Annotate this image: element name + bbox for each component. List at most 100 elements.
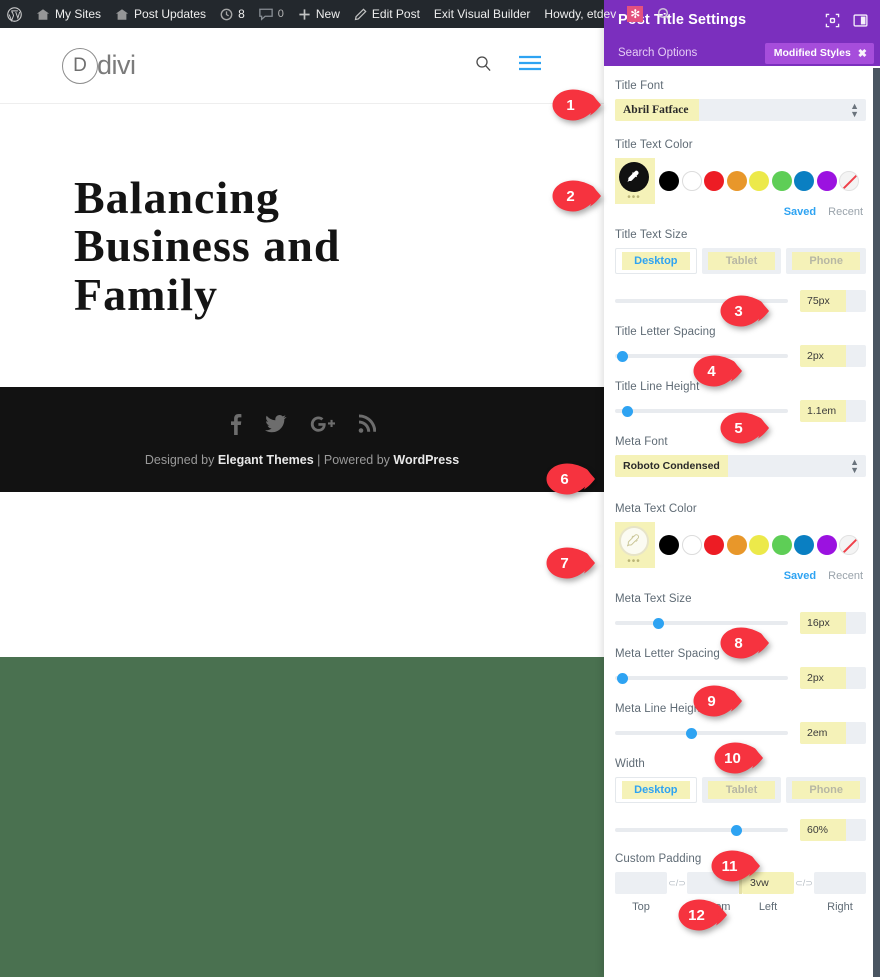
device-tab-phone[interactable]: Phone: [786, 248, 867, 274]
tab-recent-colors[interactable]: Recent: [828, 206, 863, 218]
swatch-red[interactable]: [704, 535, 724, 555]
annotation-marker-label: 7: [560, 554, 569, 572]
swatch-red[interactable]: [704, 171, 724, 191]
meta-color-picker-wrap[interactable]: •••: [615, 522, 655, 568]
width-input[interactable]: 60%: [800, 819, 866, 841]
meta-line-height-slider[interactable]: [615, 727, 788, 739]
plus-icon: [298, 8, 311, 21]
swatch-yellow[interactable]: [749, 535, 769, 555]
rss-icon[interactable]: [358, 414, 376, 439]
modified-styles-badge[interactable]: Modified Styles ✖: [764, 42, 874, 64]
swatch-white[interactable]: [681, 535, 702, 555]
admin-bar-wp-logo[interactable]: [0, 0, 29, 28]
panel-body: Title Font Abril Fatface ▲ ▼ Title Text C…: [604, 66, 880, 977]
slider-handle[interactable]: [730, 824, 742, 836]
meta-font-select[interactable]: Roboto Condensed ▲ ▼: [615, 455, 866, 477]
device-tab-phone-label: Phone: [792, 781, 861, 799]
twitter-icon[interactable]: [264, 414, 287, 439]
slider-handle[interactable]: [616, 350, 628, 362]
admin-bar-exit-visual-builder[interactable]: Exit Visual Builder: [427, 0, 538, 28]
width-value: 60%: [800, 819, 846, 841]
swatch-orange[interactable]: [726, 171, 747, 191]
swatch-transparent[interactable]: [839, 535, 859, 555]
device-tab-tablet-label: Tablet: [707, 781, 776, 799]
swatch-transparent[interactable]: [839, 171, 859, 191]
device-tab-tablet[interactable]: Tablet: [701, 248, 782, 274]
swatch-orange[interactable]: [726, 535, 747, 555]
admin-bar-post-updates[interactable]: Post Updates: [108, 0, 213, 28]
admin-bar-new[interactable]: New: [291, 0, 347, 28]
slider-handle[interactable]: [621, 405, 633, 417]
tab-saved-colors[interactable]: Saved: [784, 206, 816, 218]
annotation-marker-4: 4: [692, 354, 744, 388]
panel-scrollbar[interactable]: [873, 68, 880, 977]
divi-page-canvas: D divi Balancing Business and Family Des…: [0, 28, 604, 977]
footer-elegant-themes-link[interactable]: Elegant Themes: [218, 453, 314, 467]
more-options-icon[interactable]: •••: [627, 557, 641, 567]
admin-bar-edit-post[interactable]: Edit Post: [347, 0, 427, 28]
tab-recent-colors[interactable]: Recent: [828, 570, 863, 582]
device-tab-phone[interactable]: Phone: [786, 777, 867, 803]
link-icon[interactable]: ⊂/⊃: [667, 872, 687, 894]
slider-handle[interactable]: [653, 617, 665, 629]
padding-right-input[interactable]: [814, 872, 866, 894]
padding-top-label: Top: [632, 901, 650, 913]
device-tab-desktop[interactable]: Desktop: [615, 777, 697, 803]
facebook-icon[interactable]: [229, 413, 242, 440]
title-text-size-input[interactable]: 75px: [800, 290, 866, 312]
swatch-green[interactable]: [771, 535, 792, 555]
more-options-icon[interactable]: •••: [627, 193, 641, 203]
search-icon[interactable]: [475, 55, 492, 77]
swatch-green[interactable]: [771, 171, 792, 191]
meta-text-size-slider[interactable]: [615, 617, 788, 629]
admin-bar-revisions[interactable]: 8: [213, 0, 252, 28]
slider-handle[interactable]: [685, 727, 697, 739]
site-logo[interactable]: D divi: [62, 47, 136, 84]
swatch-black[interactable]: [659, 535, 679, 555]
slider-handle[interactable]: [616, 672, 628, 684]
close-icon[interactable]: ✖: [858, 47, 867, 60]
eyedropper-icon[interactable]: [619, 526, 649, 556]
focus-target-icon[interactable]: [825, 13, 840, 28]
admin-bar-comments[interactable]: 0: [252, 0, 291, 28]
eyedropper-icon[interactable]: [619, 162, 649, 192]
swatch-yellow[interactable]: [749, 171, 769, 191]
footer-credits: Designed by Elegant Themes | Powered by …: [145, 453, 459, 467]
google-plus-icon[interactable]: [310, 415, 335, 438]
search-input[interactable]: Search Options: [618, 47, 697, 59]
padding-top-input[interactable]: [615, 872, 667, 894]
meta-letter-spacing-slider[interactable]: [615, 672, 788, 684]
meta-letter-spacing-input[interactable]: 2px: [800, 667, 866, 689]
annotation-marker-label: 1: [566, 96, 575, 114]
hamburger-menu-icon[interactable]: [518, 55, 542, 76]
swatch-blue[interactable]: [794, 171, 814, 191]
annotation-marker-1: 1: [551, 88, 603, 122]
title-color-picker-wrap[interactable]: •••: [615, 158, 655, 204]
footer-wordpress-link[interactable]: WordPress: [393, 453, 459, 467]
annotation-marker-label: 4: [707, 362, 716, 380]
tab-saved-colors[interactable]: Saved: [784, 570, 816, 582]
panel-search-bar[interactable]: Search Options Modified Styles ✖: [604, 40, 880, 66]
device-tab-desktop[interactable]: Desktop: [615, 248, 697, 274]
swatch-white[interactable]: [681, 171, 702, 191]
device-tab-tablet[interactable]: Tablet: [701, 777, 782, 803]
swatch-black[interactable]: [659, 171, 679, 191]
swatch-purple[interactable]: [816, 535, 837, 555]
sites-icon: [36, 8, 50, 21]
swatch-purple[interactable]: [816, 171, 837, 191]
title-font-select[interactable]: Abril Fatface ▲ ▼: [615, 99, 866, 121]
annotation-marker-label: 6: [560, 470, 569, 488]
meta-color-swatch-row: •••: [615, 522, 866, 568]
admin-bar-search-button[interactable]: [650, 0, 678, 28]
admin-bar-my-sites[interactable]: My Sites: [29, 0, 108, 28]
post-title-settings-panel: Post Title Settings Search Options Modif…: [604, 0, 880, 977]
swatch-blue[interactable]: [794, 535, 814, 555]
meta-text-size-input[interactable]: 16px: [800, 612, 866, 634]
link-icon[interactable]: ⊂/⊃: [794, 872, 814, 894]
title-letter-spacing-input[interactable]: 2px: [800, 345, 866, 367]
panel-layout-icon[interactable]: [853, 13, 868, 28]
admin-bar-howdy[interactable]: Howdy, etdev ✻: [537, 0, 650, 28]
meta-line-height-input[interactable]: 2em: [800, 722, 866, 744]
width-slider[interactable]: [615, 824, 788, 836]
title-line-height-input[interactable]: 1.1em: [800, 400, 866, 422]
